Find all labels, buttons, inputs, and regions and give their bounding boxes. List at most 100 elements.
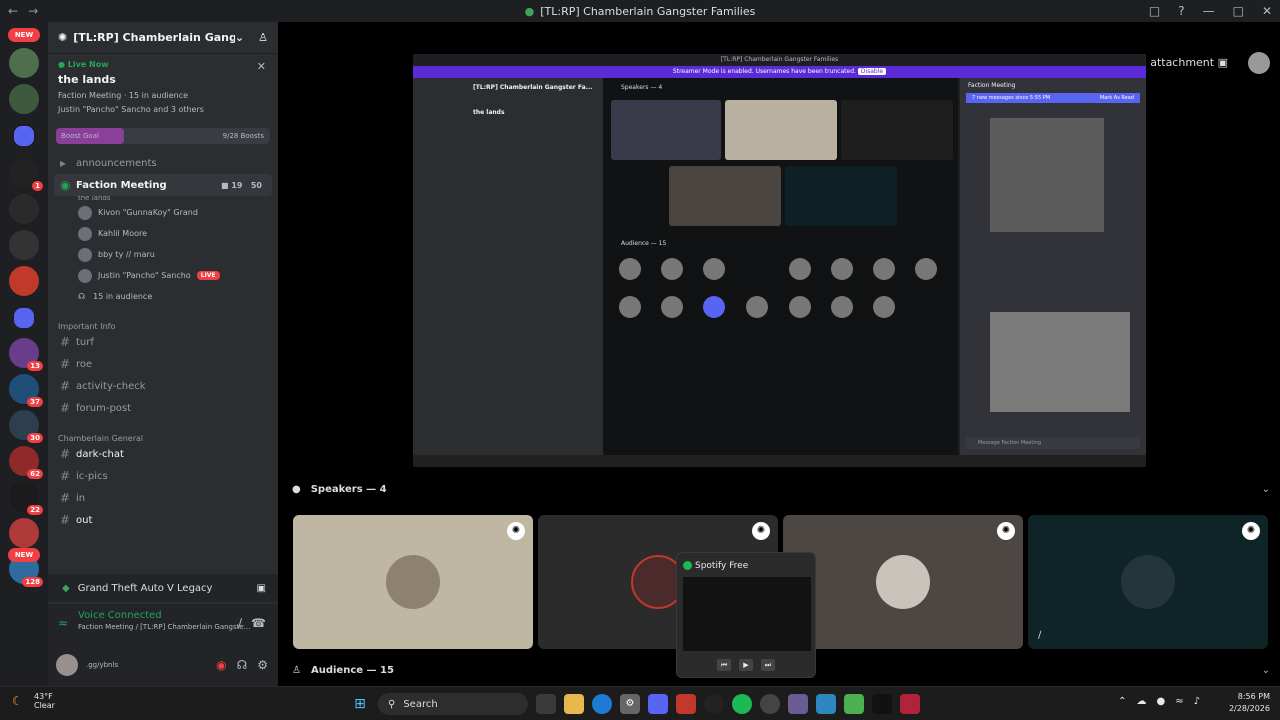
channel-dark-chat[interactable]: # dark-chat: [48, 443, 278, 465]
chevron-down-icon[interactable]: ⌄: [1262, 484, 1270, 495]
server-icon[interactable]: [9, 194, 39, 224]
server-icon[interactable]: 22: [9, 482, 43, 515]
avatar[interactable]: [56, 654, 78, 676]
speaker-tile[interactable]: ✺: [783, 515, 1023, 649]
server-header[interactable]: ✺ [TL:RP] Chamberlain Gangster ... ⌄ ♙: [48, 22, 278, 54]
server-icon[interactable]: 13: [9, 338, 43, 371]
folder-icon[interactable]: [14, 308, 34, 328]
epic-games-icon[interactable]: [872, 694, 892, 714]
server-icon[interactable]: 1: [9, 158, 43, 191]
voice-user[interactable]: Kahlil Moore: [48, 223, 278, 244]
wifi-icon[interactable]: ≈: [1175, 696, 1183, 707]
avatar: [78, 247, 92, 262]
avatar: [746, 296, 768, 318]
voice-user[interactable]: Kivon "GunnaKoy" Grand: [48, 202, 278, 223]
help-icon[interactable]: ?: [1178, 4, 1184, 18]
forward-arrow-icon[interactable]: →: [28, 4, 38, 18]
voice-user[interactable]: bby ty // maru: [48, 244, 278, 265]
task-view-icon[interactable]: [536, 694, 556, 714]
screen-share[interactable]: [TL:RP] Chamberlain Gangster Families St…: [413, 54, 1146, 467]
spotify-icon[interactable]: [732, 694, 752, 714]
voice-user[interactable]: Justin "Pancho" Sancho LIVE: [48, 265, 278, 286]
avatar: [78, 205, 92, 220]
disconnect-icon[interactable]: ☎: [251, 616, 266, 630]
app-icon[interactable]: [900, 694, 920, 714]
clock[interactable]: 8:56 PM 2/28/2026: [1229, 691, 1270, 715]
next-icon[interactable]: ⏭: [761, 659, 775, 671]
steam-icon[interactable]: [760, 694, 780, 714]
boost-goal-bar[interactable]: Boost Goal 9/28 Boosts: [56, 128, 270, 144]
speaker-tile[interactable]: ✺: [293, 515, 533, 649]
app-icon[interactable]: [788, 694, 808, 714]
close-icon[interactable]: ✕: [257, 60, 266, 73]
new-badge: NEW: [8, 28, 40, 42]
channel-turf[interactable]: # turf: [48, 331, 278, 353]
server-list: NEW 1 13 37 30 62 22 128 NEW: [0, 22, 48, 686]
inbox-icon[interactable]: □: [1149, 4, 1160, 18]
taskbar-search[interactable]: ⚲ Search: [378, 693, 528, 715]
server-icon[interactable]: [9, 84, 39, 114]
chevron-down-icon[interactable]: ⌄: [1262, 665, 1270, 676]
cloud-icon[interactable]: ☁: [1136, 696, 1146, 707]
shared-streamer-banner: Streamer Mode is enabled. Usernames have…: [413, 66, 1146, 78]
avatar[interactable]: [1248, 52, 1270, 74]
file-explorer-icon[interactable]: [564, 694, 584, 714]
stream-icon[interactable]: ▣: [257, 583, 266, 594]
avatar: [703, 258, 725, 280]
chevron-up-icon[interactable]: ⌃: [1118, 696, 1126, 707]
channel-activity-check[interactable]: # activity-check: [48, 375, 278, 397]
app-icon[interactable]: [676, 694, 696, 714]
shared-chat-title: Faction Meeting: [968, 82, 1016, 89]
server-icon[interactable]: 37: [9, 374, 43, 407]
headphones-icon[interactable]: ☊: [237, 658, 248, 672]
windows-start-icon[interactable]: ⊞: [350, 694, 370, 714]
discord-icon[interactable]: [648, 694, 668, 714]
moderator-icon: ✺: [507, 522, 525, 540]
play-icon[interactable]: ▶: [739, 659, 753, 671]
app-icon[interactable]: [704, 694, 724, 714]
volume-icon[interactable]: ♪: [1194, 696, 1200, 707]
avatar: [386, 555, 440, 609]
mute-icon[interactable]: ◉: [216, 658, 226, 672]
chevron-down-icon: ⌄: [234, 31, 245, 44]
channel-in[interactable]: # in: [48, 487, 278, 509]
server-icon[interactable]: [9, 48, 39, 78]
server-icon[interactable]: [9, 230, 39, 260]
server-icon[interactable]: [9, 266, 39, 296]
minimize-button[interactable]: —: [1203, 4, 1215, 18]
close-button[interactable]: ✕: [1262, 4, 1272, 18]
gear-icon[interactable]: ⚙: [257, 658, 268, 672]
boost-count: 9/28 Boosts: [222, 132, 264, 140]
edge-icon[interactable]: [592, 694, 612, 714]
noise-suppression-icon[interactable]: ∕: [238, 616, 242, 630]
channel-faction-meeting[interactable]: ◉ Faction Meeting ■ 19 50: [54, 174, 272, 196]
settings-icon[interactable]: ⚙: [620, 694, 640, 714]
previous-icon[interactable]: ⏮: [717, 659, 731, 671]
channel-ic-pics[interactable]: # ic-pics: [48, 465, 278, 487]
channel-announcements[interactable]: ▸ announcements: [48, 152, 278, 174]
app-icon[interactable]: [844, 694, 864, 714]
maximize-button[interactable]: □: [1233, 4, 1244, 18]
server-icon[interactable]: [9, 518, 39, 548]
category-important-info[interactable]: Important Info: [48, 311, 278, 331]
avatar: [78, 226, 92, 241]
speaker-tile[interactable]: ✺ ∕: [1028, 515, 1268, 649]
spotify-preview[interactable]: Spotify Free ⏮ ▶ ⏭: [676, 552, 816, 678]
microphone-icon[interactable]: ●: [1156, 696, 1165, 707]
back-arrow-icon[interactable]: ←: [8, 4, 18, 18]
server-icon[interactable]: 30: [9, 410, 43, 443]
folder-icon[interactable]: [14, 126, 34, 146]
add-member-icon[interactable]: ♙: [258, 31, 268, 44]
audience-count[interactable]: ☊ 15 in audience: [48, 286, 278, 307]
server-icon[interactable]: 62: [9, 446, 43, 479]
hash-icon: #: [60, 447, 71, 461]
photos-icon[interactable]: [816, 694, 836, 714]
game-activity-bar[interactable]: ◆ Grand Theft Auto V Legacy ▣: [48, 574, 278, 602]
channel-forum-post[interactable]: # forum-post: [48, 397, 278, 419]
category-chamberlain-general[interactable]: Chamberlain General: [48, 423, 278, 443]
channel-roe[interactable]: # roe: [48, 353, 278, 375]
system-tray: ⌃ ☁ ● ≈ ♪: [1118, 696, 1200, 707]
channel-out[interactable]: # out: [48, 509, 278, 531]
live-stage-card[interactable]: ● Live Now the lands Faction Meeting · 1…: [48, 54, 278, 120]
weather-widget[interactable]: ☾ 43°F Clear: [12, 692, 55, 710]
